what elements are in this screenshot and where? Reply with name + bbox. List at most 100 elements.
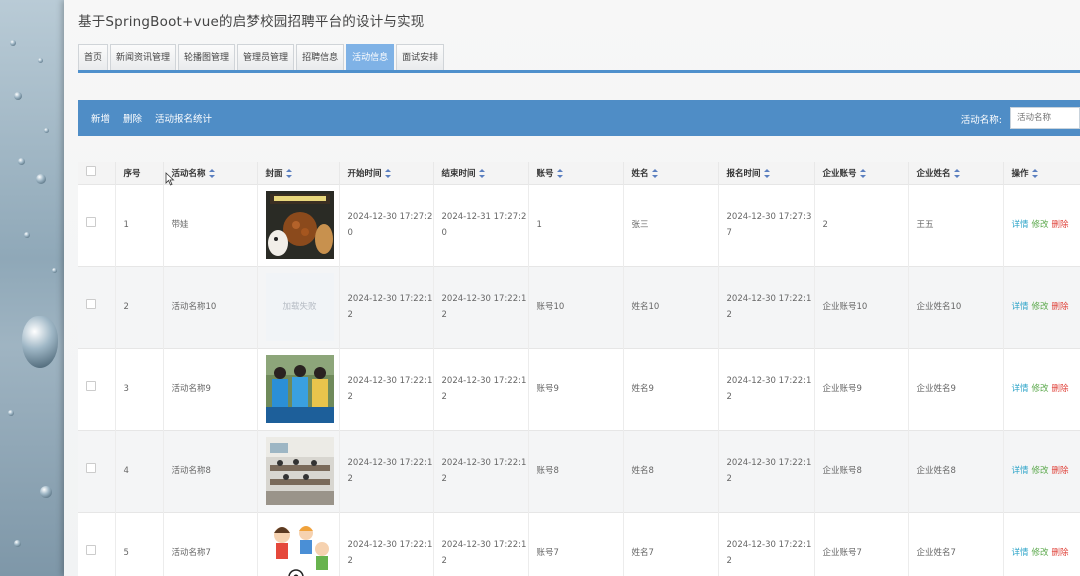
cell-company-name: 企业姓名10 <box>908 265 1004 348</box>
row-checkbox[interactable] <box>86 463 96 473</box>
cell-person: 张三 <box>623 183 719 266</box>
top-nav: 首页 新闻资讯管理 轮播图管理 管理员管理 招聘信息 活动信息 面试安排 <box>78 44 445 70</box>
person-text: 姓名7 <box>631 548 654 559</box>
company-name-text: 企业姓名10 <box>916 302 962 312</box>
cell-company-name: 王五 <box>908 183 1004 266</box>
signup-text: 2024-12-30 17:22:12 <box>726 376 812 402</box>
edit-button[interactable]: 修改 <box>1032 220 1049 230</box>
cell-name: 带娃 <box>163 183 258 266</box>
company-name-text: 企业姓名7 <box>916 548 956 559</box>
add-button[interactable]: 新增 <box>91 111 110 125</box>
delete-row-button[interactable]: 删除 <box>1052 466 1069 476</box>
account-text: 账号8 <box>536 466 559 476</box>
column-header[interactable]: 开始时间 <box>339 162 434 184</box>
column-header-label: 活动名称 <box>171 168 206 179</box>
index-text: 1 <box>123 220 129 230</box>
sort-icon[interactable] <box>478 168 485 178</box>
sort-icon[interactable] <box>208 168 215 178</box>
table-row[interactable]: 3 活动名称9 2024-12-30 17:22:12 2024-12-30 17:2… <box>78 347 1080 430</box>
edit-button[interactable]: 修改 <box>1032 548 1049 558</box>
tab-0[interactable]: 首页 <box>78 44 109 70</box>
sort-icon[interactable] <box>1031 168 1038 178</box>
company-account-text: 企业账号9 <box>822 384 862 394</box>
table-row[interactable]: 5 活动名称7 2024-12-30 17:22:12 2024-12-30 17:2… <box>78 511 1080 576</box>
row-checkbox[interactable] <box>86 299 96 309</box>
name-text: 活动名称9 <box>171 384 211 394</box>
delete-button[interactable]: 删除 <box>123 111 142 125</box>
cell-company-name: 企业姓名8 <box>908 429 1004 512</box>
column-header[interactable]: 活动名称 <box>163 162 258 184</box>
delete-row-button[interactable]: 删除 <box>1052 548 1069 558</box>
signup-text: 2024-12-30 17:27:37 <box>726 212 812 238</box>
column-header[interactable]: 结束时间 <box>433 162 529 184</box>
tab-5[interactable]: 活动信息 <box>346 44 395 70</box>
column-header[interactable]: 企业姓名 <box>908 162 1004 184</box>
cell-end: 2024-12-30 17:22:12 <box>433 265 529 348</box>
table-row[interactable]: 1 带娃 2024-12-30 17:27:20 2024-12-31 17:27:2… <box>78 183 1080 266</box>
detail-button[interactable]: 详情 <box>1012 220 1029 230</box>
cover-image[interactable] <box>265 437 334 505</box>
search-input[interactable] <box>1010 107 1080 129</box>
sort-icon[interactable] <box>285 168 292 178</box>
end-text: 2024-12-30 17:22:12 <box>441 376 527 402</box>
start-text: 2024-12-30 17:22:12 <box>347 376 433 402</box>
cover-image[interactable] <box>265 191 334 259</box>
table-header-row: 序号 活动名称 封面 开始时间 结束时间 账号 姓名 报名时间 企业账号 企业姓名 操作 <box>78 162 1080 184</box>
cell-start: 2024-12-30 17:27:20 <box>339 183 434 266</box>
column-header[interactable]: 企业账号 <box>814 162 909 184</box>
cell-cover <box>257 347 340 430</box>
cell-start: 2024-12-30 17:22:12 <box>339 347 434 430</box>
table-row[interactable]: 4 活动名称8 2024-12-30 17:22:12 2024-12-30 17:2… <box>78 429 1080 512</box>
tab-2[interactable]: 轮播图管理 <box>178 44 236 70</box>
column-header[interactable]: 姓名 <box>623 162 719 184</box>
select-all-checkbox[interactable] <box>86 166 96 177</box>
column-header-label: 结束时间 <box>441 168 476 179</box>
row-checkbox[interactable] <box>86 381 96 391</box>
start-text: 2024-12-30 17:27:20 <box>347 212 433 238</box>
column-header[interactable]: 序号 <box>115 162 164 184</box>
table-row[interactable]: 2 活动名称10 加载失败 2024-12-30 17:22:12 2024-12-30… <box>78 265 1080 348</box>
sort-icon[interactable] <box>953 168 960 178</box>
tab-4[interactable]: 招聘信息 <box>296 44 345 70</box>
cell-name: 活动名称9 <box>163 347 258 430</box>
sort-icon[interactable] <box>384 168 391 178</box>
detail-button[interactable]: 详情 <box>1012 548 1029 558</box>
company-account-text: 企业账号10 <box>822 302 868 312</box>
column-header[interactable]: 操作 <box>1003 162 1080 184</box>
column-header-label: 操作 <box>1011 168 1029 179</box>
column-header[interactable]: 账号 <box>528 162 624 184</box>
column-header-label: 报名时间 <box>726 168 761 179</box>
detail-button[interactable]: 详情 <box>1012 384 1029 394</box>
delete-row-button[interactable]: 删除 <box>1052 220 1069 230</box>
edit-button[interactable]: 修改 <box>1032 384 1049 394</box>
person-text: 姓名10 <box>631 302 660 312</box>
row-checkbox[interactable] <box>86 545 96 556</box>
cell-signup: 2024-12-30 17:22:12 <box>718 347 815 430</box>
sort-icon[interactable] <box>651 168 658 178</box>
cover-image[interactable] <box>265 519 334 576</box>
column-header-label: 企业姓名 <box>916 168 951 179</box>
edit-button[interactable]: 修改 <box>1032 466 1049 476</box>
row-select-cell <box>78 429 116 512</box>
delete-row-button[interactable]: 删除 <box>1052 302 1069 312</box>
person-text: 姓名9 <box>631 384 654 394</box>
cell-account: 1 <box>528 183 624 266</box>
row-select-cell <box>78 183 116 266</box>
tab-1[interactable]: 新闻资讯管理 <box>110 44 177 70</box>
tab-3[interactable]: 管理员管理 <box>237 44 295 70</box>
cell-signup: 2024-12-30 17:22:12 <box>718 511 815 576</box>
detail-button[interactable]: 详情 <box>1012 466 1029 476</box>
detail-button[interactable]: 详情 <box>1012 302 1029 312</box>
cell-name: 活动名称8 <box>163 429 258 512</box>
sort-icon[interactable] <box>859 168 866 178</box>
delete-row-button[interactable]: 删除 <box>1052 384 1069 394</box>
sort-icon[interactable] <box>763 168 770 178</box>
column-header[interactable]: 封面 <box>257 162 340 184</box>
cover-image[interactable] <box>265 355 334 423</box>
tab-6[interactable]: 面试安排 <box>396 44 445 70</box>
signup-stats-button[interactable]: 活动报名统计 <box>155 111 212 125</box>
edit-button[interactable]: 修改 <box>1032 302 1049 312</box>
row-checkbox[interactable] <box>86 217 96 227</box>
sort-icon[interactable] <box>556 168 563 178</box>
column-header[interactable]: 报名时间 <box>718 162 815 184</box>
